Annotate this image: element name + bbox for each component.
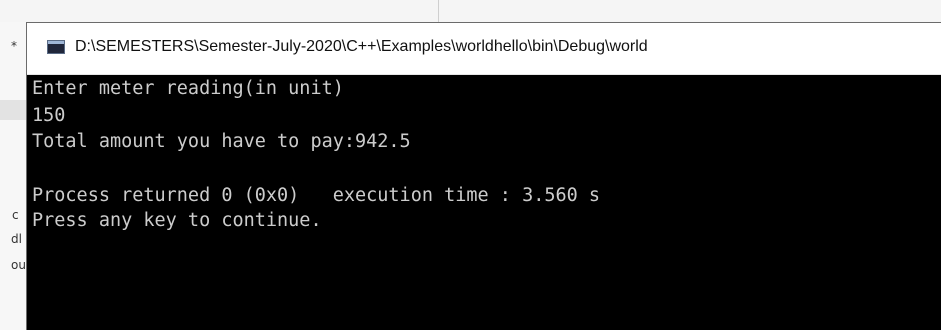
console-line: 150 <box>32 105 66 126</box>
background-text-fragment: c <box>12 208 19 222</box>
console-window-icon[interactable] <box>47 40 65 54</box>
console-window[interactable]: D:\SEMESTERS\Semester-July-2020\C++\Exam… <box>26 22 941 330</box>
console-line: Press any key to continue. <box>32 210 322 231</box>
console-title-bar[interactable]: D:\SEMESTERS\Semester-July-2020\C++\Exam… <box>27 23 941 75</box>
console-output[interactable]: Enter meter reading(in unit) 150 Total a… <box>27 75 941 330</box>
background-ide-editor: * c dl ou <box>0 22 27 330</box>
console-line: Process returned 0 (0x0) execution time … <box>32 185 601 206</box>
desktop: * c dl ou D:\SEMESTERS\Semester-July-202… <box>0 0 941 330</box>
window-title: D:\SEMESTERS\Semester-July-2020\C++\Exam… <box>75 38 648 55</box>
background-text-fragment: * <box>11 39 17 53</box>
background-text-fragment: ou <box>11 258 26 272</box>
background-tab-strip <box>0 100 26 120</box>
console-line: Total amount you have to pay:942.5 <box>32 131 411 152</box>
background-text-fragment: dl <box>11 232 22 246</box>
background-divider <box>438 0 439 22</box>
background-ide-toolbar <box>0 0 941 22</box>
console-line: Enter meter reading(in unit) <box>32 78 344 99</box>
